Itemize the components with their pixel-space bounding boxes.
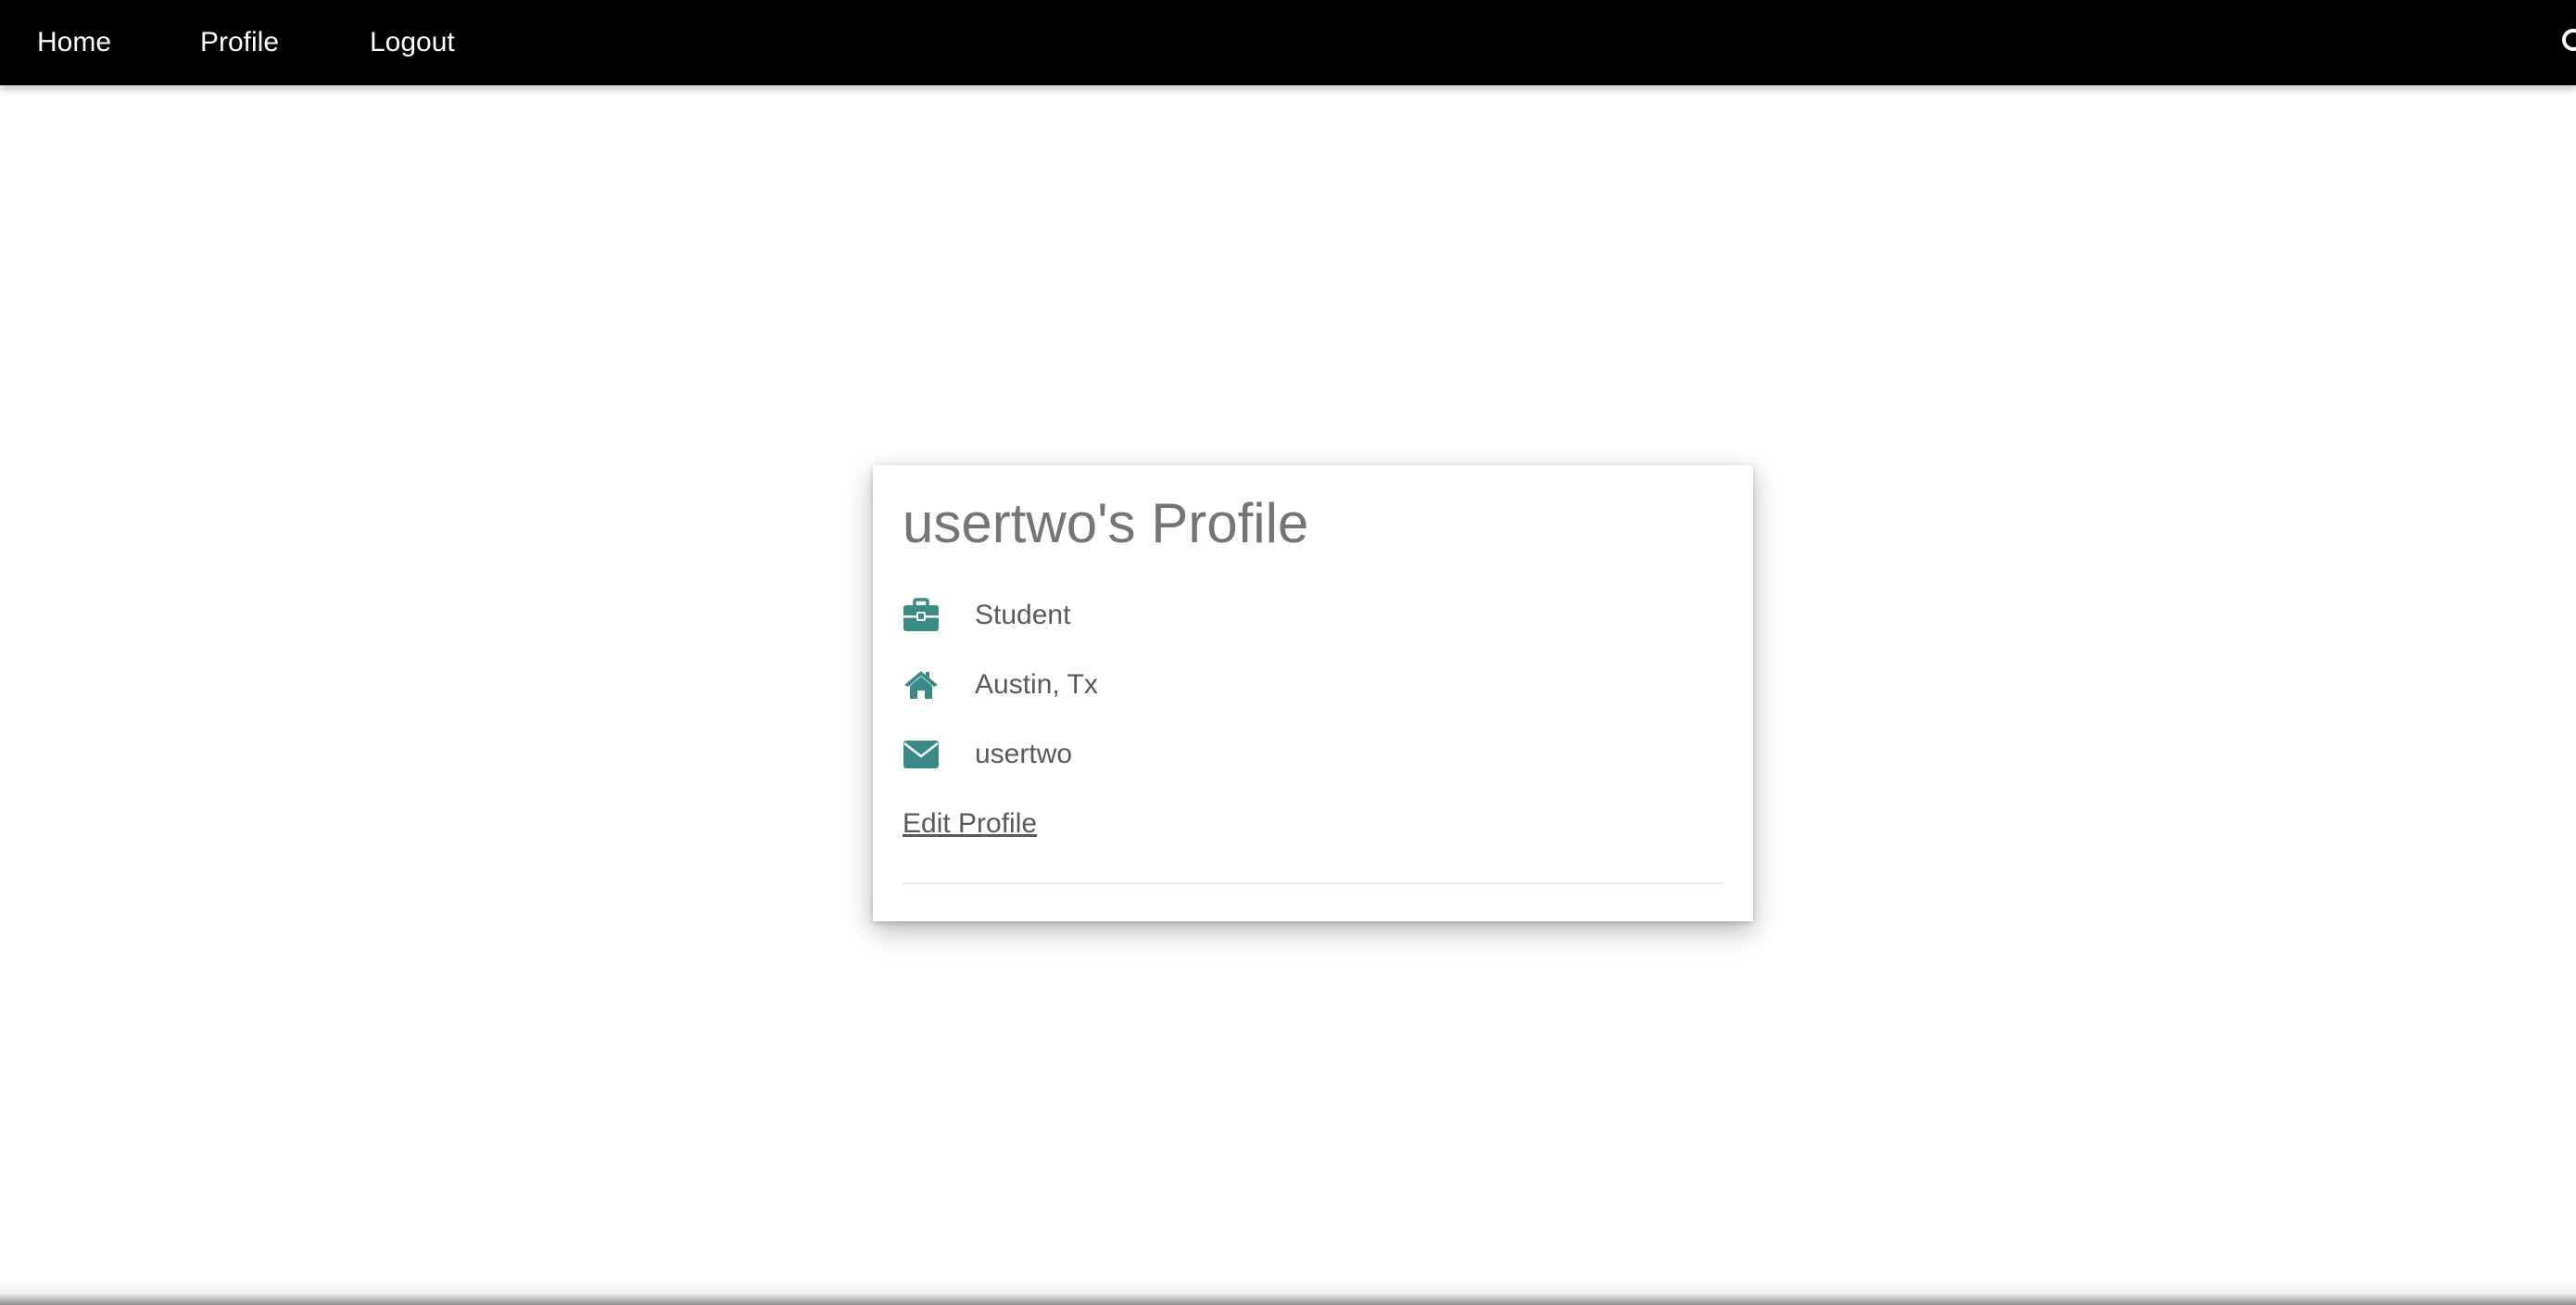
location-row: Austin, Tx [903, 662, 1718, 708]
nav-profile-link[interactable]: Profile [200, 0, 279, 85]
occupation-row: Student [903, 592, 1718, 639]
home-icon [903, 667, 940, 703]
occupation-text: Student [975, 600, 1071, 630]
top-navbar: Home Profile Logout [0, 0, 2576, 85]
profile-card: usertwo's Profile Student Austin, Tx use… [873, 465, 1753, 921]
location-text: Austin, Tx [975, 669, 1098, 700]
search-icon[interactable] [2557, 26, 2576, 59]
email-row: usertwo [903, 731, 1718, 778]
envelope-icon [903, 737, 940, 772]
page-title: usertwo's Profile [903, 492, 1309, 554]
bottom-edge-shadow [0, 1279, 2576, 1305]
edit-profile-link[interactable]: Edit Profile [903, 801, 1037, 847]
email-text: usertwo [975, 739, 1073, 769]
nav-home-link[interactable]: Home [37, 0, 111, 85]
nav-logout-link[interactable]: Logout [370, 0, 455, 85]
briefcase-icon [903, 598, 940, 633]
card-divider [903, 882, 1724, 884]
